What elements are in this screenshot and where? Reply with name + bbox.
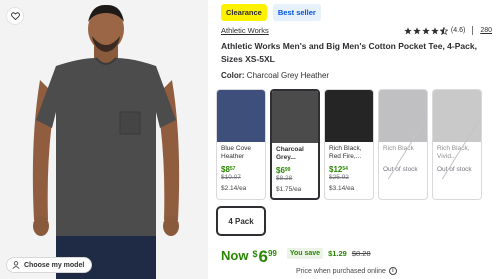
product-photo[interactable]: [0, 0, 208, 279]
size-option-4-pack[interactable]: 4 Pack: [216, 206, 266, 236]
now-label: Now: [221, 248, 249, 263]
color-swatch-rich-black-vivid[interactable]: Rich Black, Vivid... Out of stock: [432, 89, 482, 200]
rating-summary[interactable]: (4.6) 280: [404, 26, 492, 35]
star-rating: [404, 26, 448, 35]
swatch-unit-price: $3.14/ea: [329, 185, 355, 192]
current-price: Now $ 6 99: [221, 248, 277, 266]
swatch-image: [217, 90, 265, 142]
swatch-image: [433, 90, 481, 142]
swatch-price: $857: [221, 165, 236, 174]
review-count-link[interactable]: 280: [480, 27, 492, 34]
heart-icon: [10, 12, 20, 20]
swatch-name: Rich Black, Red Fire,...: [329, 145, 362, 160]
swatch-image: [379, 90, 427, 142]
swatch-name: Rich Black: [383, 145, 414, 152]
clearance-badge: Clearance: [221, 4, 267, 21]
color-swatch-rich-black[interactable]: Rich Black Out of stock: [378, 89, 428, 200]
star-icon: [404, 26, 412, 34]
swatch-unit-price: $2.14/ea: [221, 185, 247, 192]
product-title: Athletic Works Men's and Big Men's Cotto…: [221, 41, 477, 64]
swatch-out-of-stock: Out of stock: [437, 166, 472, 173]
star-half-icon: [439, 26, 448, 35]
product-details: Clearance Best seller Athletic Works (4.…: [216, 0, 496, 279]
swatch-name: Charcoal Grey...: [276, 146, 304, 161]
choose-model-label: Choose my model: [24, 261, 85, 269]
swatch-out-of-stock: Out of stock: [383, 166, 418, 173]
swatch-price: $1254: [329, 165, 348, 174]
swatch-unit-price: $1.75/ea: [276, 186, 302, 193]
price-hint: Price when purchased online i: [296, 267, 397, 275]
swatch-image: [325, 90, 373, 142]
price-cents: 99: [267, 249, 277, 258]
swatch-name: Rich Black, Vivid...: [437, 145, 470, 160]
star-icon: [431, 26, 439, 34]
info-icon[interactable]: i: [388, 267, 397, 275]
badge-row: Clearance Best seller: [221, 4, 321, 21]
product-image-panel: Choose my model: [0, 0, 208, 279]
brand-link[interactable]: Athletic Works: [221, 26, 269, 35]
color-label: Color:: [221, 71, 245, 80]
rating-divider: [472, 26, 474, 35]
you-save-badge: You save: [286, 247, 324, 259]
color-swatch-blue-cove-heather[interactable]: Blue Cove Heather $857 $10.07 $2.14/ea: [216, 89, 266, 200]
rating-value: (4.6): [450, 27, 466, 34]
person-icon: [12, 261, 20, 269]
color-swatch-list: Blue Cove Heather $857 $10.07 $2.14/ea C…: [216, 89, 482, 200]
swatch-was-price: $8.28: [276, 175, 293, 182]
currency-symbol: $: [252, 249, 258, 259]
price-hint-text: Price when purchased online: [296, 267, 386, 275]
color-swatch-charcoal-grey[interactable]: Charcoal Grey... $699 $8.28 $1.75/ea: [270, 89, 320, 200]
price-block: Now $ 6 99 You save $1.29 $8.28: [221, 247, 371, 266]
swatch-was-price: $25.92: [329, 174, 349, 181]
color-value: Charcoal Grey Heather: [246, 71, 330, 80]
best-seller-badge: Best seller: [272, 4, 321, 21]
color-swatch-rich-black-red-fire[interactable]: Rich Black, Red Fire,... $1254 $25.92 $3…: [324, 89, 374, 200]
was-price: $8.28: [351, 248, 371, 258]
swatch-image: [272, 91, 318, 143]
star-icon: [422, 26, 430, 34]
favorite-button[interactable]: [6, 7, 24, 25]
swatch-was-price: $10.07: [221, 174, 241, 181]
star-icon: [413, 26, 421, 34]
price-whole: 6: [258, 247, 268, 266]
choose-model-button[interactable]: Choose my model: [6, 257, 93, 273]
save-amount: $1.29: [328, 248, 347, 258]
swatch-name: Blue Cove Heather: [221, 145, 251, 160]
selected-color: Color: Charcoal Grey Heather: [221, 71, 329, 80]
savings: You save $1.29 $8.28: [286, 247, 371, 259]
swatch-price: $699: [276, 166, 291, 175]
